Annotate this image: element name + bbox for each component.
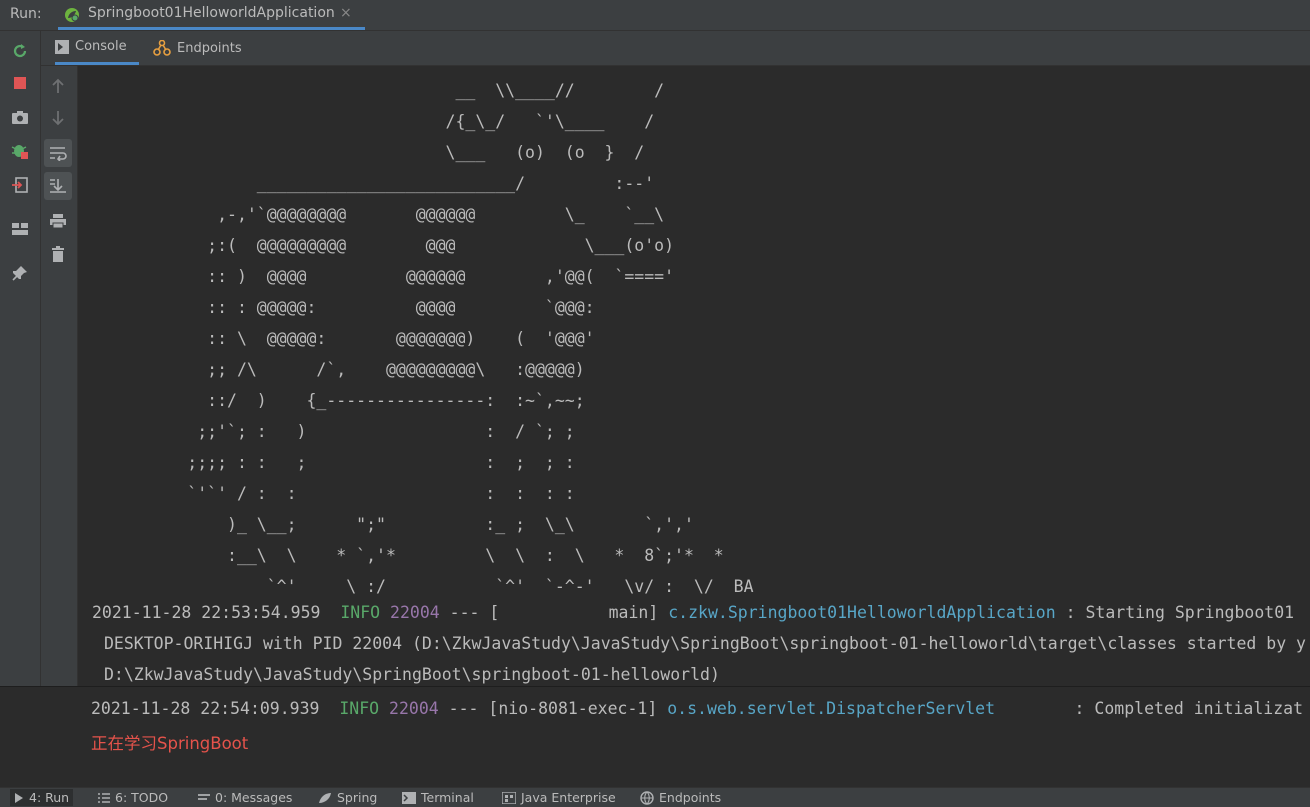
down-arrow-icon[interactable] — [44, 104, 72, 132]
pin-icon[interactable] — [8, 261, 32, 285]
log-line-continuation: DESKTOP-ORIHIGJ with PID 22004 (D:\ZkwJa… — [104, 634, 1306, 653]
run-config-tab-title: Springboot01HelloworldApplication — [88, 5, 335, 21]
console-toolbar — [41, 66, 78, 686]
debug-icon[interactable] — [8, 139, 32, 163]
close-tab-icon[interactable]: × — [340, 5, 352, 21]
tab-messages[interactable]: 0: Messages — [198, 790, 292, 805]
log-thread: [ main] — [489, 603, 659, 622]
log-timestamp: 2021-11-28 22:53:54.959 — [92, 603, 321, 622]
console-output-lower[interactable]: 2021-11-28 22:54:09.939 INFO 22004 --- [… — [0, 687, 1310, 787]
console-output[interactable]: __ \\____// / /{_\_/ `'\____ / \___ (o) … — [78, 66, 1310, 686]
log-level: INFO — [340, 603, 381, 622]
log-separator: --- — [448, 699, 479, 718]
exit-icon[interactable] — [8, 173, 32, 197]
up-arrow-icon[interactable] — [44, 72, 72, 100]
log-line-continuation-path: D:\ZkwJavaStudy\JavaStudy\SpringBoot\spr… — [104, 665, 720, 684]
spring-run-icon — [65, 8, 79, 22]
run-icon — [15, 792, 23, 803]
log-pid: 22004 — [390, 603, 440, 622]
buddha-ascii-banner: __ \\____// / /{_\_/ `'\____ / \___ (o) … — [187, 81, 754, 596]
terminal-icon — [402, 791, 416, 804]
log-message: : Completed initializat — [995, 699, 1304, 718]
tab-spring-label: Spring — [337, 790, 378, 805]
run-config-tab[interactable]: Springboot01HelloworldApplication × — [58, 0, 365, 30]
tab-endpoints-bottom-label: Endpoints — [659, 790, 722, 805]
print-icon[interactable] — [44, 207, 72, 235]
log-logger[interactable]: c.zkw.Springboot01HelloworldApplication — [668, 603, 1055, 622]
run-left-toolbar — [0, 31, 41, 686]
tab-todo-label: 6: TODO — [115, 790, 169, 805]
tab-endpoints[interactable]: Endpoints — [153, 31, 242, 65]
log-logger[interactable]: o.s.web.servlet.DispatcherServlet — [667, 699, 995, 718]
layout-icon[interactable] — [8, 217, 32, 241]
tab-run-label: 4: Run — [29, 790, 70, 805]
spring-icon — [319, 792, 331, 803]
tab-console-label: Console — [75, 39, 127, 54]
tab-terminal[interactable]: Terminal — [402, 790, 474, 805]
tab-terminal-label: Terminal — [421, 790, 474, 805]
tab-todo[interactable]: 6: TODO — [98, 790, 168, 805]
log-thread: [nio-8081-exec-1] — [488, 699, 658, 718]
log-timestamp: 2021-11-28 22:54:09.939 — [91, 699, 320, 718]
trash-icon[interactable] — [44, 240, 72, 268]
tab-endpoints-label: Endpoints — [177, 40, 242, 56]
log-line-dispatcher: 2021-11-28 22:54:09.939 INFO 22004 --- [… — [91, 699, 1303, 718]
log-pid: 22004 — [389, 699, 439, 718]
tool-window-bar: 4: Run 6: TODO 0: Messages Spring Termin… — [0, 787, 1310, 807]
tab-messages-label: 0: Messages — [215, 790, 293, 805]
endpoints-globe-icon — [640, 790, 654, 805]
log-line-starting: 2021-11-28 22:53:54.959 INFO 22004 --- [… — [92, 603, 1294, 622]
log-separator: --- — [449, 603, 480, 622]
program-output-line: 正在学习SpringBoot — [91, 734, 249, 753]
rerun-icon[interactable] — [8, 39, 32, 63]
console-subtabs: Console Endpoints — [41, 31, 1310, 66]
scroll-to-end-icon[interactable] — [44, 172, 72, 200]
run-toolwindow-header: Run: Springboot01HelloworldApplication × — [0, 0, 1310, 31]
endpoints-icon — [153, 40, 171, 56]
tab-endpoints-bottom[interactable]: Endpoints — [640, 790, 721, 805]
log-level: INFO — [339, 699, 380, 718]
tab-console[interactable]: Console — [55, 31, 139, 65]
camera-icon[interactable] — [8, 105, 32, 129]
tab-run[interactable]: 4: Run — [10, 789, 74, 806]
tab-java-enterprise[interactable]: Java Enterprise — [502, 790, 616, 805]
log-message: : Starting Springboot01 — [1055, 603, 1295, 622]
console-icon — [55, 39, 69, 54]
todo-icon — [98, 792, 110, 803]
tab-java-enterprise-label: Java Enterprise — [521, 790, 616, 805]
tab-spring[interactable]: Spring — [318, 790, 377, 805]
messages-icon — [198, 793, 210, 800]
stop-icon[interactable] — [8, 71, 32, 95]
java-enterprise-icon — [502, 791, 516, 804]
run-label: Run: — [10, 6, 42, 22]
soft-wrap-icon[interactable] — [44, 139, 72, 167]
